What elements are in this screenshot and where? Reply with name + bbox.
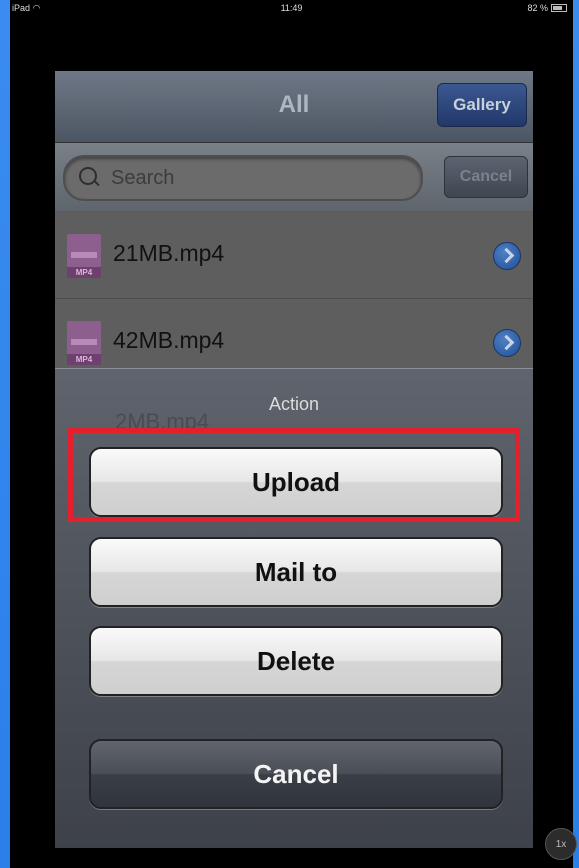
action-sheet-title: Action — [268, 394, 320, 414]
battery-percent: 82 % — [527, 3, 548, 13]
mp4-file-icon: MP4 — [67, 234, 101, 278]
cancel-button[interactable]: Cancel — [89, 739, 503, 809]
file-type-tag: MP4 — [67, 354, 101, 365]
desktop-background-left — [0, 0, 10, 868]
file-type-tag: MP4 — [67, 267, 101, 278]
list-item[interactable]: MP4 21MB.mp4 — [55, 212, 533, 299]
search-cancel-button[interactable]: Cancel — [444, 156, 528, 198]
detail-disclosure-icon[interactable] — [493, 329, 521, 357]
search-input[interactable]: Search — [63, 155, 423, 201]
desktop-background-right — [573, 0, 579, 868]
battery-icon — [551, 4, 567, 12]
delete-button[interactable]: Delete — [89, 626, 503, 696]
clock: 11:49 — [280, 3, 303, 13]
search-icon — [79, 167, 97, 185]
mp4-file-icon: MP4 — [67, 321, 101, 365]
search-placeholder: Search — [111, 167, 175, 189]
file-name: 21MB.mp4 — [113, 240, 225, 266]
detail-disclosure-icon[interactable] — [493, 242, 521, 270]
upload-highlight-box — [68, 428, 520, 522]
mail-to-button[interactable]: Mail to — [89, 537, 503, 607]
device-frame: iPad ◠ 11:49 82 % All Gallery Search Can… — [0, 0, 579, 868]
file-name: 42MB.mp4 — [113, 327, 225, 353]
navigation-bar: All Gallery — [55, 71, 533, 143]
search-bar: Search Cancel — [55, 143, 533, 211]
gallery-button[interactable]: Gallery — [437, 83, 527, 127]
status-bar: iPad ◠ 11:49 82 % — [10, 0, 573, 30]
zoom-badge[interactable]: 1x — [545, 828, 577, 860]
battery-status: 82 % — [527, 3, 567, 13]
